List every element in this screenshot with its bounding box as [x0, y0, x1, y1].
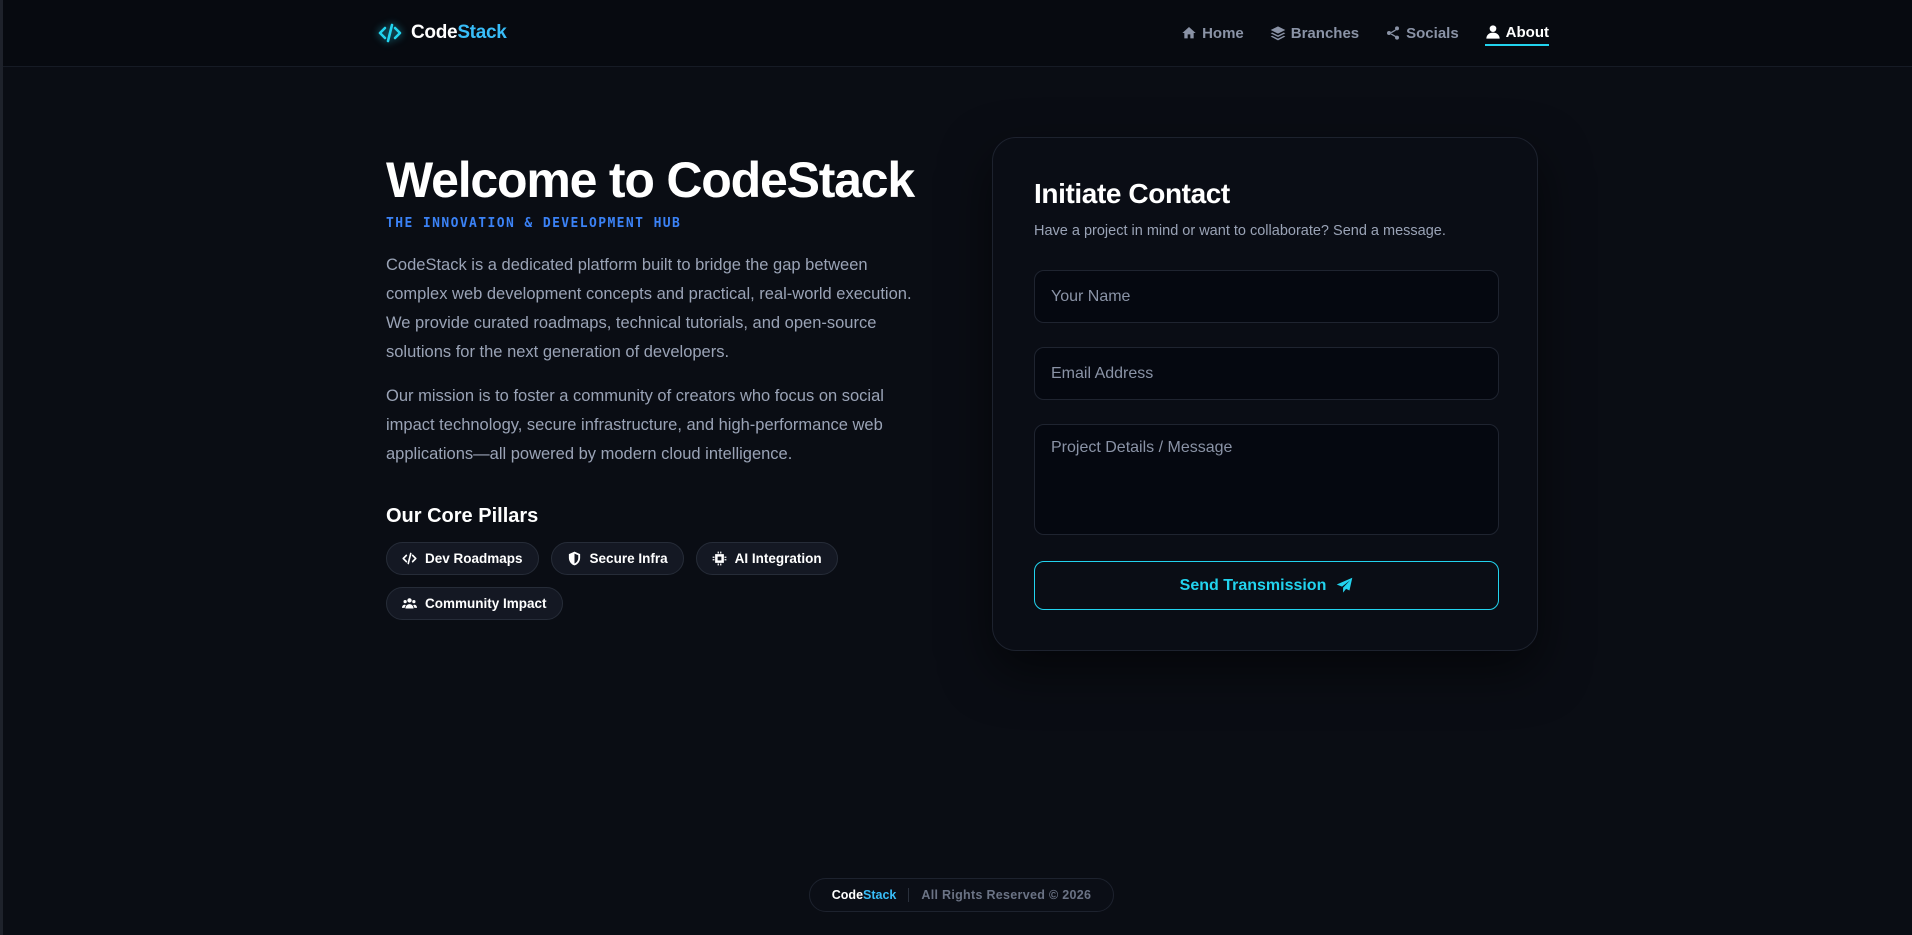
code-brackets-icon	[377, 20, 403, 46]
email-input[interactable]	[1034, 347, 1499, 400]
paper-plane-icon	[1337, 577, 1353, 593]
send-button[interactable]: Send Transmission	[1034, 561, 1499, 610]
code-icon	[402, 552, 417, 565]
nav-branches-label: Branches	[1290, 24, 1360, 42]
name-input[interactable]	[1034, 270, 1499, 323]
footer-brand-part1: Code	[831, 888, 864, 902]
copyright-text: All Rights Reserved © 2026	[921, 888, 1092, 902]
about-section: Welcome to CodeStack THE INNOVATION & DE…	[386, 150, 946, 620]
share-icon	[1387, 26, 1400, 40]
main-nav: Home Branches Socials About	[1181, 20, 1549, 46]
message-textarea[interactable]	[1034, 424, 1499, 535]
mission-paragraph: Our mission is to foster a community of …	[386, 387, 884, 463]
navbar: CodeStack Home Branches Socials About	[3, 0, 1912, 67]
footer-brand-part2: Stack	[863, 888, 897, 902]
pillar-dev-roadmaps[interactable]: Dev Roadmaps	[386, 542, 539, 575]
pillar-label: Secure Infra	[589, 551, 668, 566]
footer: CodeStack All Rights Reserved © 2026	[809, 878, 1114, 912]
pillars-list: Dev Roadmaps Secure Infra AI Integration…	[386, 542, 886, 620]
tagline: THE INNOVATION & DEVELOPMENT HUB	[386, 216, 682, 231]
nav-home-label: Home	[1202, 24, 1244, 42]
users-icon	[402, 598, 417, 609]
brand-name-part1: Code	[411, 22, 458, 43]
brand-name: CodeStack	[411, 22, 507, 44]
nav-home[interactable]: Home	[1181, 20, 1244, 46]
intro-paragraph: CodeStack is a dedicated platform built …	[386, 256, 912, 361]
layers-icon	[1270, 26, 1286, 41]
page-title: Welcome to CodeStack	[386, 152, 915, 208]
pillar-community-impact[interactable]: Community Impact	[386, 587, 563, 620]
contact-card: Initiate Contact Have a project in mind …	[992, 137, 1538, 651]
pillar-label: Community Impact	[425, 596, 547, 611]
user-icon	[1486, 25, 1500, 39]
contact-title: Initiate Contact	[1034, 178, 1230, 209]
nav-socials[interactable]: Socials	[1385, 20, 1459, 46]
pillar-ai-integration[interactable]: AI Integration	[695, 542, 838, 575]
home-icon	[1182, 27, 1196, 39]
contact-subtitle: Have a project in mind or want to collab…	[1034, 223, 1446, 239]
nav-about[interactable]: About	[1484, 20, 1549, 46]
footer-divider	[908, 888, 910, 902]
chip-icon	[712, 551, 726, 566]
brand-logo[interactable]: CodeStack	[377, 18, 507, 48]
nav-branches[interactable]: Branches	[1270, 20, 1359, 46]
pillars-heading: Our Core Pillars	[386, 505, 539, 527]
send-button-label: Send Transmission	[1179, 576, 1327, 594]
pillar-label: AI Integration	[734, 551, 822, 566]
nav-about-label: About	[1505, 23, 1549, 41]
pillar-secure-infra[interactable]: Secure Infra	[550, 542, 684, 575]
brand-name-part2: Stack	[457, 22, 507, 43]
pillar-label: Dev Roadmaps	[425, 551, 523, 566]
nav-socials-label: Socials	[1406, 24, 1459, 42]
footer-brand: CodeStack	[832, 888, 897, 902]
shield-icon	[568, 551, 580, 566]
